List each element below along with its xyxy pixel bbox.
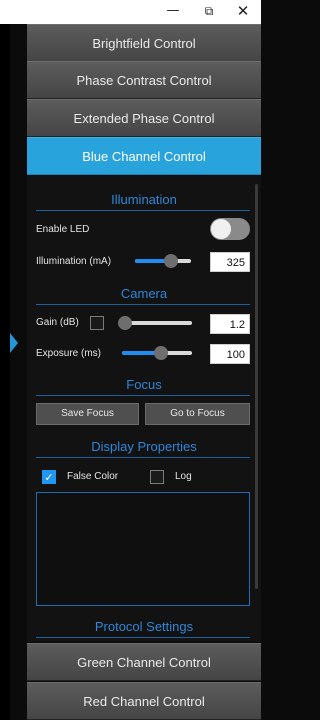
panel-scrollbar[interactable] — [255, 184, 258, 589]
false-color-label: False Color — [67, 471, 119, 482]
illumination-value-input[interactable]: 325 — [210, 252, 250, 272]
window-title-bar: — ⧉ ✕ — [0, 0, 261, 24]
focus-title: Focus — [126, 377, 162, 392]
gain-value-input[interactable]: 1.2 — [210, 314, 250, 334]
gain-label: Gain (dB) — [36, 317, 79, 328]
checkmark-icon: ✓ — [44, 471, 54, 484]
focus-separator — [36, 395, 250, 396]
enable-led-toggle[interactable] — [210, 218, 250, 240]
exposure-label: Exposure (ms) — [36, 348, 102, 359]
protocol-separator — [36, 637, 250, 638]
left-edge-bar — [0, 24, 10, 720]
illumination-slider-thumb[interactable] — [163, 254, 178, 268]
gain-slider-track — [122, 321, 192, 325]
enable-led-label: Enable LED — [36, 224, 90, 235]
gain-checkbox[interactable] — [90, 316, 104, 330]
minimize-button[interactable]: — — [154, 0, 192, 24]
toggle-knob — [211, 219, 231, 239]
camera-separator — [36, 304, 250, 305]
false-color-checkbox[interactable]: ✓ — [42, 470, 56, 484]
camera-title: Camera — [120, 286, 168, 301]
go-to-focus-button[interactable]: Go to Focus — [145, 403, 250, 425]
illumination-title: Illumination — [111, 192, 177, 207]
illumination-separator — [36, 210, 250, 211]
section-blue-channel[interactable]: Blue Channel Control — [27, 137, 261, 175]
display-properties-separator — [36, 457, 250, 458]
display-properties-title: Display Properties — [91, 439, 197, 454]
illumination-slider[interactable] — [135, 251, 191, 271]
section-red-channel[interactable]: Red Channel Control — [27, 682, 261, 720]
section-phase-contrast[interactable]: Phase Contrast Control — [27, 61, 261, 99]
expand-arrow-icon[interactable] — [10, 333, 18, 353]
gain-slider-thumb[interactable] — [117, 316, 132, 330]
log-checkbox[interactable] — [150, 470, 164, 484]
section-green-channel[interactable]: Green Channel Control — [27, 643, 261, 681]
exposure-slider[interactable] — [122, 343, 192, 363]
save-focus-button[interactable]: Save Focus — [36, 403, 139, 425]
display-preview-area — [36, 492, 250, 606]
blue-channel-panel: Illumination Enable LED Illumination (mA… — [27, 176, 261, 642]
exposure-slider-thumb[interactable] — [153, 346, 168, 360]
protocol-settings-title: Protocol Settings — [94, 619, 194, 634]
restore-button[interactable]: ⧉ — [190, 0, 228, 24]
log-label: Log — [175, 471, 192, 482]
section-extended-phase[interactable]: Extended Phase Control — [27, 99, 261, 137]
close-button[interactable]: ✕ — [224, 0, 262, 24]
illumination-label: Illumination (mA) — [36, 256, 112, 267]
section-brightfield[interactable]: Brightfield Control — [27, 24, 261, 62]
exposure-value-input[interactable]: 100 — [210, 344, 250, 364]
gain-slider[interactable] — [117, 313, 192, 333]
